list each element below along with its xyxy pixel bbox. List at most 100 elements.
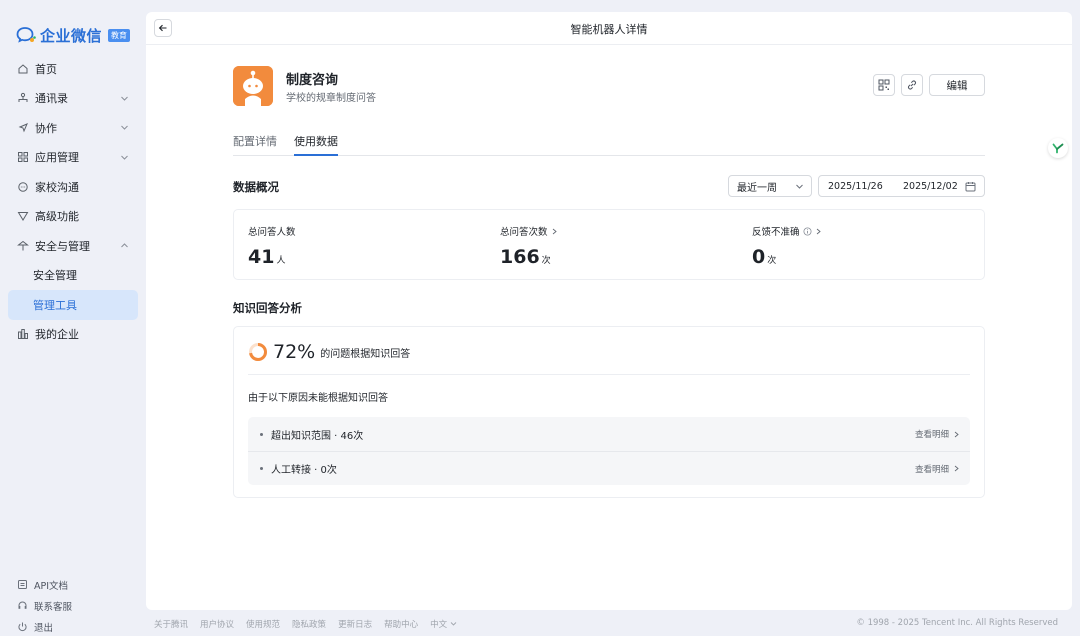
stat-total-users: 总问答人数 41 人	[248, 224, 296, 268]
stat-label: 反馈不准确	[752, 224, 822, 238]
sidebar-item-home-school[interactable]: 家校沟通	[8, 172, 138, 202]
apps-icon	[17, 151, 29, 163]
bot-header: 制度咨询 学校的规章制度问答 编辑	[233, 66, 985, 106]
sidebar-item-my-company[interactable]: 我的企业	[8, 320, 138, 350]
copyright: © 1998 - 2025 Tencent Inc. All Rights Re…	[856, 618, 1058, 628]
collab-icon	[17, 122, 29, 134]
doc-icon	[17, 579, 28, 590]
tab-config-details[interactable]: 配置详情	[233, 133, 277, 156]
chevron-right-icon	[954, 431, 959, 437]
bot-description: 学校的规章制度问答	[286, 93, 376, 104]
sidebar-item-label: 首页	[35, 62, 57, 76]
footer-link-terms[interactable]: 用户协议	[200, 618, 234, 630]
brand-logo[interactable]: 企业微信 教育	[16, 24, 131, 46]
sidebar: 企业微信 教育 首页 通讯录 协作 应用管理 家校沟通 高级功能 安全与管理 安…	[0, 0, 146, 636]
date-range-picker[interactable]: 2025/11/26 2025/12/02	[818, 175, 985, 197]
power-icon	[17, 621, 28, 632]
edit-button[interactable]: 编辑	[929, 74, 985, 96]
robot-icon	[233, 66, 273, 106]
chevron-right-icon	[816, 228, 821, 234]
bullet-icon	[260, 432, 263, 436]
bot-avatar	[233, 66, 273, 106]
bot-name: 制度咨询	[286, 73, 339, 88]
period-select[interactable]: 最近一周	[728, 175, 812, 197]
reason-text: 超出知识范围 · 46次	[271, 430, 364, 442]
sidebar-item-label: 应用管理	[35, 151, 79, 165]
period-select-value: 最近一周	[737, 182, 777, 194]
assistant-float-button[interactable]	[1048, 138, 1068, 158]
footer-language-select[interactable]: 中文	[430, 618, 457, 630]
footer-links: 关于腾讯 用户协议 使用规范 隐私政策 更新日志 帮助中心 中文	[154, 618, 457, 630]
sidebar-item-home[interactable]: 首页	[8, 54, 138, 84]
calendar-icon	[965, 182, 976, 192]
stat-number: 166	[500, 246, 540, 268]
link-icon	[908, 80, 916, 90]
qrcode-button[interactable]	[873, 74, 895, 96]
headset-icon	[17, 600, 28, 611]
filter-row: 最近一周 2025/11/26 2025/12/02	[728, 175, 985, 197]
footer-link-privacy[interactable]: 隐私政策	[292, 618, 326, 630]
divider	[248, 374, 970, 375]
footer-link-changelog[interactable]: 更新日志	[338, 618, 372, 630]
api-docs-link[interactable]: API文档	[17, 574, 72, 595]
security-icon	[17, 240, 29, 252]
content: 制度咨询 学校的规章制度问答 编辑 配置详情 使用数据 数据概况 最近一周 20…	[233, 66, 985, 498]
logout-label: 退出	[34, 622, 54, 634]
reason-item: 超出知识范围 · 46次 查看明细	[248, 417, 970, 451]
footer-link-help[interactable]: 帮助中心	[384, 618, 418, 630]
company-icon	[17, 328, 29, 340]
sidebar-item-label: 高级功能	[35, 210, 79, 224]
page-title: 智能机器人详情	[570, 23, 648, 36]
footer-link-about[interactable]: 关于腾讯	[154, 618, 188, 630]
stat-value: 41 人	[248, 246, 296, 268]
chat-icon	[17, 181, 29, 193]
stat-total-questions[interactable]: 总问答次数 166 次	[500, 224, 558, 268]
sidebar-item-contacts[interactable]: 通讯录	[8, 84, 138, 114]
sidebar-item-label: 家校沟通	[35, 180, 79, 194]
knowledge-percent-row: 72% 的问题根据知识回答	[248, 341, 410, 363]
stat-label-text: 反馈不准确	[752, 227, 800, 238]
view-details-link[interactable]: 查看明细	[915, 463, 960, 475]
date-start: 2025/11/26	[828, 180, 883, 192]
progress-ring	[249, 343, 267, 361]
reasons-title: 由于以下原因未能根据知识回答	[248, 393, 388, 404]
reasons-list: 超出知识范围 · 46次 查看明细 人工转接 · 0次 查看明细	[248, 417, 970, 485]
analysis-title: 知识回答分析	[233, 301, 302, 315]
stat-label-text: 总问答人数	[248, 227, 296, 238]
contact-support-link[interactable]: 联系客服	[17, 595, 72, 616]
info-icon[interactable]	[803, 227, 812, 236]
sidebar-item-label: 管理工具	[33, 298, 77, 312]
advanced-icon	[17, 210, 29, 222]
chevron-down-icon	[121, 155, 128, 160]
stat-unit: 人	[276, 256, 286, 266]
assistant-logo-icon	[1052, 143, 1064, 154]
logout-link[interactable]: 退出	[17, 616, 72, 636]
contact-support-label: 联系客服	[34, 601, 73, 613]
sidebar-item-label: 通讯录	[35, 92, 68, 106]
stat-value: 166 次	[500, 246, 558, 268]
footer-link-usage[interactable]: 使用规范	[246, 618, 280, 630]
knowledge-percent: 72%	[273, 341, 316, 363]
analysis-panel: 72% 的问题根据知识回答 由于以下原因未能根据知识回答 超出知识范围 · 46…	[233, 326, 985, 498]
topbar: 智能机器人详情	[146, 12, 1072, 45]
sidebar-item-advanced[interactable]: 高级功能	[8, 202, 138, 232]
knowledge-percent-text: 的问题根据知识回答	[320, 348, 411, 360]
bullet-icon	[260, 467, 263, 470]
detail-tabs: 配置详情 使用数据	[233, 132, 985, 156]
sidebar-item-label: 安全与管理	[35, 239, 90, 253]
sidebar-item-security[interactable]: 安全与管理	[8, 231, 138, 261]
stat-label: 总问答人数	[248, 224, 296, 238]
sidebar-item-collab[interactable]: 协作	[8, 113, 138, 143]
sidebar-item-security-management[interactable]: 安全管理	[8, 261, 138, 291]
sidebar-item-apps[interactable]: 应用管理	[8, 143, 138, 173]
reason-item: 人工转接 · 0次 查看明细	[248, 451, 970, 485]
stat-label-text: 总问答次数	[500, 227, 548, 238]
chevron-down-icon	[796, 184, 803, 189]
api-docs-label: API文档	[34, 580, 69, 592]
copy-link-button[interactable]	[901, 74, 923, 96]
tab-usage-data[interactable]: 使用数据	[294, 133, 338, 156]
sidebar-item-admin-tools[interactable]: 管理工具	[8, 290, 138, 320]
view-details-link[interactable]: 查看明细	[915, 428, 960, 440]
sidebar-item-label: 安全管理	[33, 269, 77, 283]
stat-inaccurate-feedback[interactable]: 反馈不准确 0 次	[752, 224, 822, 268]
